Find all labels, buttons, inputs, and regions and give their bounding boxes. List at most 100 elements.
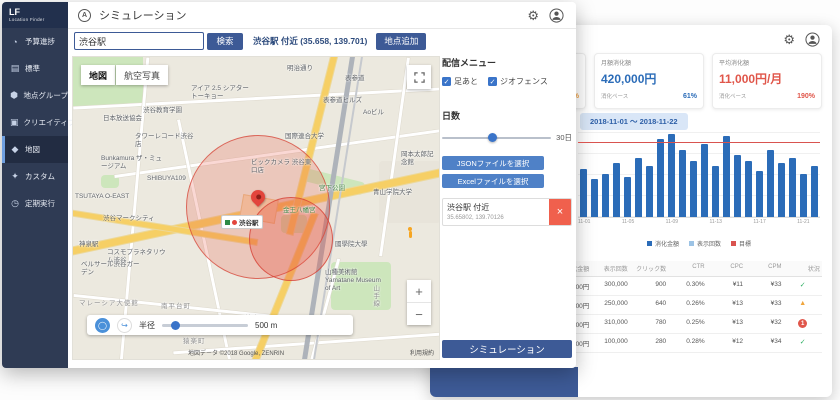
excel-file-button[interactable]: Excelファイルを選択 bbox=[442, 174, 544, 188]
gear-icon[interactable]: ⚙ bbox=[527, 9, 539, 22]
bar bbox=[602, 174, 610, 217]
bar bbox=[756, 171, 764, 217]
checkbox-icon[interactable]: ✓ bbox=[442, 77, 451, 86]
bar bbox=[668, 134, 676, 217]
bar bbox=[591, 179, 599, 217]
account-icon[interactable] bbox=[549, 8, 564, 23]
tab-satellite[interactable]: 航空写真 bbox=[116, 65, 168, 85]
json-file-button[interactable]: JSONファイルを選択 bbox=[442, 156, 544, 170]
bar bbox=[646, 166, 654, 217]
map-canvas[interactable]: 日本放送協会アイア 2.5 シアタートーキョー明治通り表参道表参道ヒルズAoビル… bbox=[72, 56, 440, 360]
share-tool-button[interactable]: ↪ bbox=[117, 318, 132, 333]
bar-slot bbox=[765, 131, 776, 217]
sidebar-item-budget[interactable]: ◔予算進捗 bbox=[2, 28, 68, 55]
sidebar-item-creative[interactable]: ▣クリエイティブ bbox=[2, 109, 68, 136]
bar bbox=[690, 161, 698, 217]
map-label: コスモプラネタリウム渋谷 bbox=[107, 249, 169, 265]
sidebar-item-standard[interactable]: ▤標準 bbox=[2, 55, 68, 82]
column-header: CPM bbox=[745, 261, 783, 276]
days-slider[interactable] bbox=[442, 137, 551, 139]
bar-slot bbox=[611, 131, 622, 217]
bar-slot bbox=[732, 131, 743, 217]
map-label: Bunkamura ザ・ミュージアム bbox=[101, 155, 163, 171]
card-label: 月額消化額 bbox=[601, 58, 697, 67]
gear-icon[interactable]: ⚙ bbox=[783, 33, 795, 46]
search-input[interactable]: 渋谷駅 bbox=[74, 32, 204, 50]
x-tick-label bbox=[611, 219, 621, 225]
search-button[interactable]: 検索 bbox=[207, 33, 243, 50]
days-slider-handle[interactable] bbox=[488, 133, 497, 142]
map-label: ベルサール渋谷ガーデン bbox=[81, 261, 143, 277]
sidebar-item-group[interactable]: ⬢地点グループ bbox=[2, 82, 68, 109]
zoom-out-button[interactable]: − bbox=[407, 303, 431, 325]
zoom-in-button[interactable]: + bbox=[407, 280, 431, 303]
column-header: 状況 bbox=[784, 261, 822, 276]
x-tick-label bbox=[590, 219, 600, 225]
table-cell: 310,000 bbox=[591, 315, 629, 333]
x-tick-label bbox=[787, 219, 797, 225]
simulation-button[interactable]: シミュレーション bbox=[442, 340, 572, 358]
bar-slot bbox=[754, 131, 765, 217]
x-axis-labels: 11-0111-0511-0911-1311-1711-21 bbox=[578, 219, 820, 225]
page-title: シミュレーション bbox=[99, 7, 187, 23]
table-cell: ¥34 bbox=[745, 334, 783, 352]
checkbox-option[interactable]: ✓ジオフェンス bbox=[488, 76, 548, 87]
draw-circle-tool-button[interactable]: ◯ bbox=[95, 318, 110, 333]
fullscreen-button[interactable] bbox=[407, 65, 431, 89]
bar bbox=[613, 163, 621, 217]
status-badge: ✓ bbox=[800, 339, 806, 346]
account-icon[interactable] bbox=[805, 32, 820, 47]
logo-name: Location Finder bbox=[9, 17, 68, 22]
table-cell: 0.26% bbox=[668, 296, 706, 314]
custom-icon: ✦ bbox=[10, 171, 20, 182]
radius-slider-handle[interactable] bbox=[171, 321, 180, 330]
table-cell: 0.30% bbox=[668, 277, 706, 295]
terms-link[interactable]: 利用規約 bbox=[410, 348, 434, 357]
date-range[interactable]: 2018-11-01 ～ 2018-11-22 bbox=[580, 113, 688, 130]
radius-label: 半径 bbox=[139, 320, 155, 331]
card-value: 420,000円 bbox=[601, 70, 697, 87]
tab-map[interactable]: 地図 bbox=[81, 65, 115, 85]
bar-slot bbox=[721, 131, 732, 217]
sidebar-item-label: 地図 bbox=[25, 144, 40, 155]
pegman-icon[interactable] bbox=[406, 227, 414, 238]
geofence-radius-circle-inner[interactable] bbox=[249, 197, 333, 281]
fullscreen-icon bbox=[414, 72, 425, 83]
status-badge: ▲ bbox=[799, 300, 806, 307]
checkbox-label: 足あと bbox=[454, 76, 478, 87]
sidebar: ◔予算進捗▤標準⬢地点グループ▣クリエイティブ◆地図✦カスタム◷定期実行 bbox=[2, 28, 68, 368]
card-pct: 190% bbox=[797, 93, 815, 100]
table-cell: 640 bbox=[630, 296, 668, 314]
checkbox-option[interactable]: ✓足あと bbox=[442, 76, 478, 87]
report-sidebar-panel bbox=[430, 367, 578, 397]
bar bbox=[712, 166, 720, 217]
bar-slot bbox=[688, 131, 699, 217]
remove-location-button[interactable]: × bbox=[549, 199, 571, 225]
sidebar-item-label: 定期実行 bbox=[25, 198, 55, 209]
app-logo[interactable]: LF Location Finder bbox=[2, 2, 68, 28]
map-label: 渋谷教育学園 bbox=[143, 107, 182, 115]
radius-slider[interactable] bbox=[162, 324, 248, 327]
table-cell: ✓ bbox=[784, 277, 822, 295]
logo-mark: LF bbox=[9, 8, 68, 17]
sidebar-item-custom[interactable]: ✦カスタム bbox=[2, 163, 68, 190]
screen: ⚙ 本日消化額7円消化ペース41%月額消化額420,000円消化ペース61%平均… bbox=[0, 0, 840, 400]
add-location-button[interactable]: 地点追加 bbox=[376, 33, 426, 50]
legend-label: 消化金額 bbox=[655, 239, 679, 248]
jr-line-icon bbox=[225, 220, 230, 225]
bar-slot bbox=[633, 131, 644, 217]
x-tick-label: 11-05 bbox=[622, 219, 634, 225]
map-label: SHIBUYA109 bbox=[147, 175, 186, 183]
config-panel: 配信メニュー ✓足あと✓ジオフェンス 日数 30日 JSONファイルを選択Exc… bbox=[442, 56, 572, 360]
bar-slot bbox=[798, 131, 809, 217]
column-header: CTR bbox=[668, 261, 706, 276]
bar-slot bbox=[622, 131, 633, 217]
bar-slot bbox=[666, 131, 677, 217]
days-slider-row: 30日 bbox=[442, 132, 572, 143]
sidebar-item-schedule[interactable]: ◷定期実行 bbox=[2, 190, 68, 217]
card-foot: 消化ペース61% bbox=[601, 92, 697, 100]
budget-progress-icon: ◔ bbox=[10, 37, 20, 47]
sidebar-item-map[interactable]: ◆地図 bbox=[2, 136, 68, 163]
checkbox-icon[interactable]: ✓ bbox=[488, 77, 497, 86]
legend-label: 表示回数 bbox=[697, 239, 721, 248]
